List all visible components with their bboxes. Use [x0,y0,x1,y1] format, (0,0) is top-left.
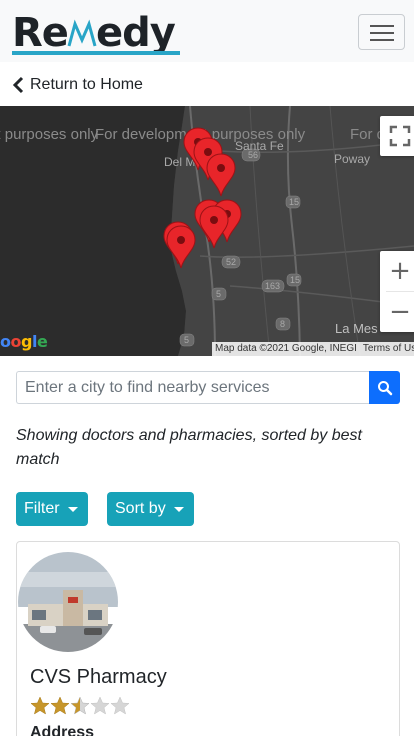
search-icon [377,380,392,395]
map-zoom-in-button[interactable]: + [380,251,414,291]
result-title[interactable]: CVS Pharmacy [30,666,167,689]
results-info-text: Showing doctors and pharmacies, sorted b… [16,427,362,468]
map-data-attribution[interactable]: Map data ©2021 Google, INEGI [215,343,357,354]
map-view[interactable]: 56 15 52 5 163 15 8 5 For development pu… [0,106,414,356]
navbar: Re edy [0,0,414,62]
sort-label: Sort by [115,500,166,517]
brand-logo[interactable]: Re edy [12,10,184,56]
remedy-logo-mark: Re edy [12,10,180,56]
hamburger-icon [370,25,394,27]
pharmacy-photo [18,552,118,652]
map-attribution: Map data ©2021 Google, INEGI Terms of Use [212,342,414,356]
filter-dropdown-button[interactable]: Filter [16,492,88,526]
fullscreen-icon [389,125,411,147]
hamburger-icon-bar [370,32,394,34]
sort-dropdown-button[interactable]: Sort by [107,492,194,526]
chevron-left-icon [12,76,24,94]
filter-label: Filter [24,500,60,517]
star-half-icon [70,696,90,715]
search-button[interactable] [369,371,400,404]
navbar-toggle-button[interactable] [358,14,405,50]
hamburger-icon-bar [370,39,394,41]
result-card[interactable]: CVS Pharmacy Address [16,541,400,736]
rating-stars [30,696,130,716]
map-marker[interactable] [206,153,236,197]
address-label: Address [30,724,95,736]
map-fullscreen-button[interactable] [380,116,414,156]
map-markers [163,127,242,269]
return-home-link[interactable]: Return to Home [12,74,143,96]
return-home-label: Return to Home [30,76,143,93]
city-search-input[interactable] [16,371,369,404]
map-zoom-out-button[interactable]: − [380,292,414,332]
star-empty-icon [90,696,110,715]
star-empty-icon [110,696,130,715]
svg-text:Re: Re [12,10,68,56]
caret-down-icon [173,506,184,512]
map-terms-link[interactable]: Terms of Use [363,343,414,354]
map-marker[interactable] [166,225,196,269]
caret-down-icon [67,506,78,512]
star-filled-icon [50,696,70,715]
storefront-image [18,552,118,652]
map-zoom-controls: + − [380,251,414,332]
star-filled-icon [30,696,50,715]
map-marker[interactable] [199,205,229,249]
svg-text:edy: edy [96,10,176,56]
google-logo[interactable]: oogle [0,332,48,351]
